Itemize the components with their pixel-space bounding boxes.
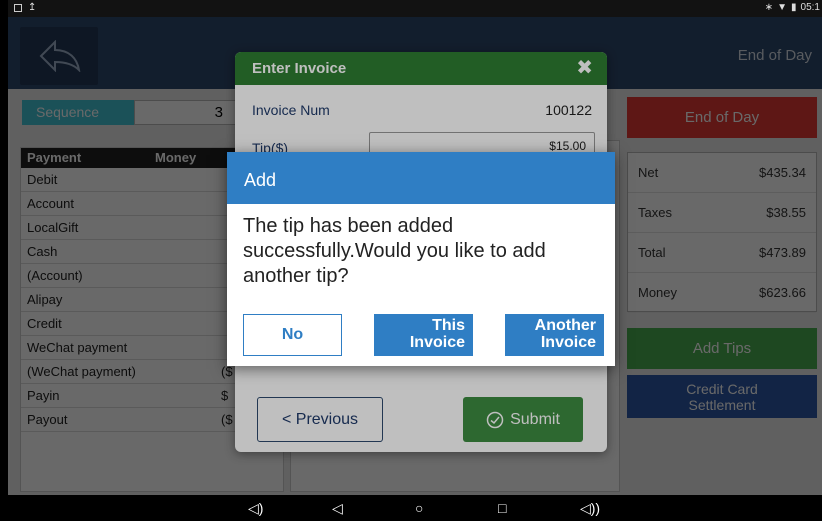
recents-nav-icon[interactable]: □	[498, 500, 506, 516]
battery-icon: ▮	[791, 2, 797, 13]
alert-button-row: No This Invoice Another Invoice	[227, 314, 615, 358]
upload-icon: ↥	[28, 2, 37, 13]
status-bar: ↥ ∗ ▼ ▮ 05:1	[8, 0, 822, 17]
this-invoice-button[interactable]: This Invoice	[374, 314, 473, 356]
app-screen: ↥ ∗ ▼ ▮ 05:1 End of Day Sequence 3 Payme…	[8, 0, 822, 521]
status-time: 05:1	[800, 2, 820, 13]
this-invoice-line1: This	[432, 317, 465, 334]
no-button[interactable]: No	[243, 314, 342, 356]
another-invoice-line1: Another	[534, 317, 596, 334]
another-invoice-button[interactable]: Another Invoice	[505, 314, 604, 356]
add-tip-alert-dialog: Add The tip has been added successfully.…	[227, 152, 615, 366]
another-invoice-line2: Invoice	[540, 334, 596, 351]
alert-message: The tip has been added successfully.Woul…	[243, 215, 546, 287]
alert-title: Add	[227, 152, 615, 204]
home-nav-icon[interactable]: ○	[415, 500, 423, 516]
back-nav-icon[interactable]: ◁	[332, 500, 343, 517]
image-icon	[14, 3, 22, 12]
bluetooth-icon: ∗	[764, 2, 774, 13]
wifi-icon: ▼	[777, 2, 788, 13]
navigation-bar: ◁) ◁ ○ □ ◁))	[8, 495, 822, 521]
volume-up-icon[interactable]: ◁))	[580, 500, 600, 517]
this-invoice-line2: Invoice	[409, 334, 465, 351]
volume-down-icon[interactable]: ◁)	[248, 500, 263, 517]
